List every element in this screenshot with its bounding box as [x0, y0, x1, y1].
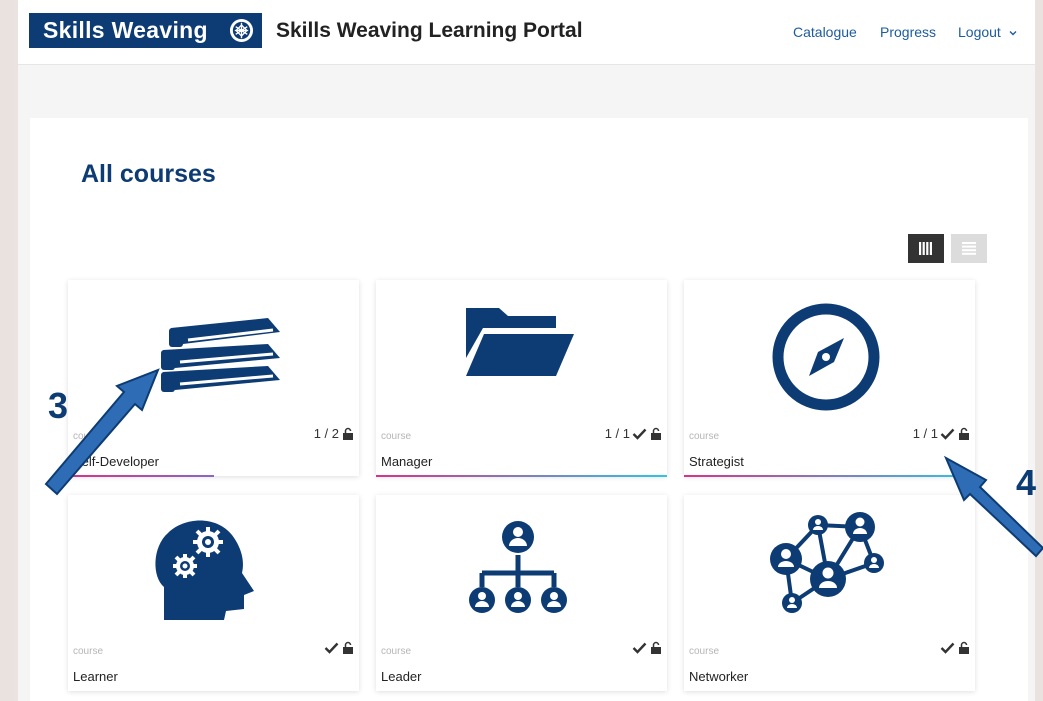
- books-icon: [161, 318, 280, 392]
- app-window: Skills Weaving Skills Weaving Learning P…: [18, 0, 1035, 701]
- folder-open-icon: [466, 308, 574, 376]
- courses-panel: All courses course 1 / 2 Self-Developer …: [30, 118, 1028, 701]
- annotation-number-3: 3: [48, 385, 69, 426]
- course-status: 1 / 2: [314, 426, 355, 441]
- top-header: Skills Weaving Skills Weaving Learning P…: [18, 0, 1035, 65]
- course-card-leader[interactable]: course Leader: [376, 495, 667, 691]
- list-view-toggle[interactable]: [951, 234, 987, 263]
- course-name: Learner: [73, 669, 118, 684]
- annotation-number-4: 4: [1016, 462, 1037, 503]
- checkmark-icon: [632, 642, 647, 654]
- course-status: [940, 641, 971, 655]
- course-type-label: course: [689, 431, 720, 442]
- site-logo[interactable]: Skills Weaving: [29, 13, 262, 48]
- org-chart-icon: [469, 521, 567, 613]
- checkmark-icon: [940, 428, 955, 440]
- course-progress-count: 1 / 2: [313, 426, 339, 441]
- course-name: Strategist: [689, 454, 744, 469]
- compass-icon: [772, 303, 880, 411]
- unlock-icon: [651, 641, 661, 654]
- course-status: 1 / 1: [605, 426, 663, 441]
- course-name: Self-Developer: [73, 454, 159, 469]
- grid-view-icon: [919, 242, 932, 255]
- course-progress-bar: [68, 475, 214, 477]
- course-card-networker[interactable]: course Networker: [684, 495, 975, 691]
- checkmark-icon: [632, 428, 647, 440]
- course-card-strategist[interactable]: course 1 / 1 Strategist: [684, 280, 975, 477]
- nav-progress[interactable]: Progress: [880, 24, 936, 40]
- course-name: Manager: [381, 454, 433, 469]
- course-progress-count: 1 / 1: [912, 426, 938, 441]
- nav-logout[interactable]: Logout: [958, 24, 1018, 40]
- grid-view-toggle[interactable]: [908, 234, 944, 263]
- checkmark-icon: [324, 642, 339, 654]
- head-gears-icon: [155, 520, 254, 620]
- course-progress-count: 1 / 1: [604, 426, 630, 441]
- page-title: All courses: [81, 160, 216, 188]
- unlock-icon: [343, 427, 353, 440]
- course-type-label: course: [381, 646, 412, 657]
- course-progress-bar: [684, 475, 975, 477]
- course-status: [632, 641, 663, 655]
- course-type-label: course: [73, 431, 104, 442]
- course-name: Leader: [381, 669, 422, 684]
- course-status: [324, 641, 355, 655]
- unlock-icon: [959, 641, 969, 654]
- course-name: Networker: [689, 669, 749, 684]
- chevron-down-icon: [1009, 31, 1017, 36]
- nav-catalogue[interactable]: Catalogue: [793, 24, 857, 40]
- course-progress-bar: [376, 475, 667, 477]
- nav-logout-label: Logout: [958, 24, 1001, 40]
- site-title: Skills Weaving Learning Portal: [276, 19, 583, 42]
- course-card-learner[interactable]: course Learner: [68, 495, 359, 691]
- checkmark-icon: [940, 642, 955, 654]
- course-type-label: course: [689, 646, 720, 657]
- course-type-label: course: [381, 431, 412, 442]
- unlock-icon: [651, 427, 661, 440]
- course-card-manager[interactable]: course 1 / 1 Manager: [376, 280, 667, 477]
- network-icon: [770, 512, 884, 613]
- course-status: 1 / 1: [913, 426, 971, 441]
- course-card-self-developer[interactable]: course 1 / 2 Self-Developer: [68, 280, 359, 477]
- list-view-icon: [962, 242, 976, 255]
- unlock-icon: [343, 641, 353, 654]
- unlock-icon: [959, 427, 969, 440]
- logo-text: Skills Weaving: [43, 17, 208, 43]
- course-type-label: course: [73, 646, 104, 657]
- weave-logo-icon: [229, 18, 254, 43]
